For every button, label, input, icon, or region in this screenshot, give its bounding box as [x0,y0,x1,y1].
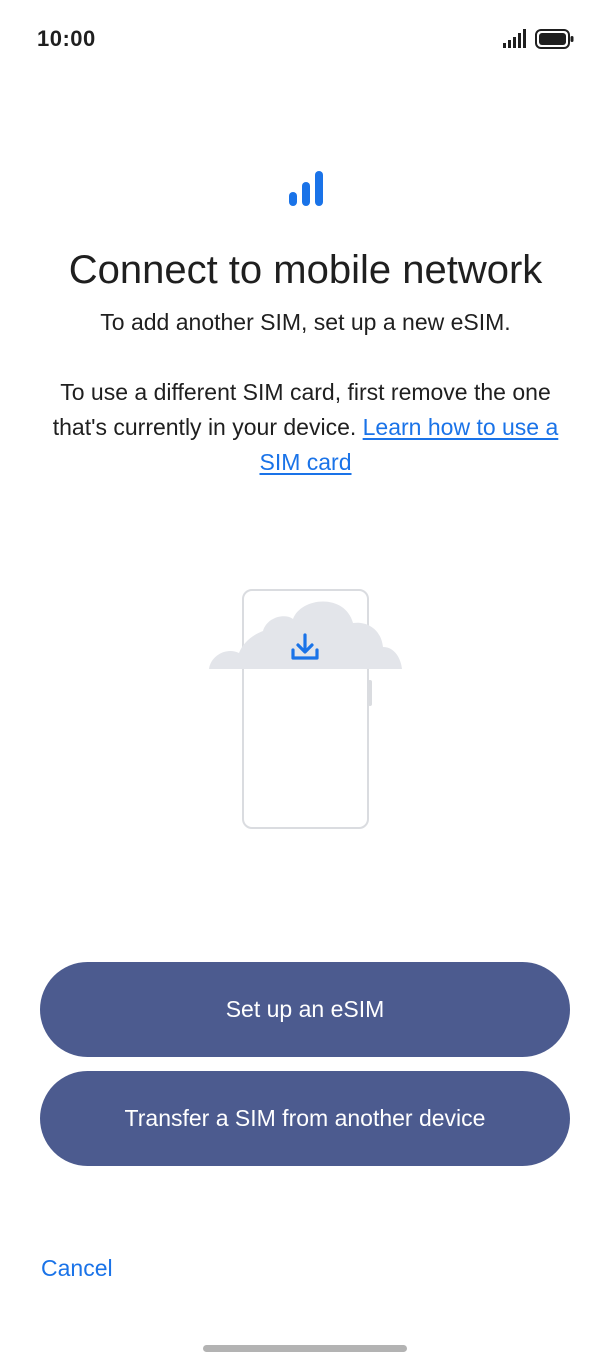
home-indicator[interactable] [203,1345,407,1352]
transfer-sim-button[interactable]: Transfer a SIM from another device [40,1071,570,1166]
status-time: 10:00 [37,26,96,51]
page-subtitle: To add another SIM, set up a new eSIM. [100,309,511,335]
mobile-network-signal-icon [289,170,325,208]
setup-esim-button[interactable]: Set up an eSIM [40,962,570,1057]
cloud-download-phone-icon [205,585,405,835]
cancel-button[interactable]: Cancel [41,1255,113,1282]
signal-bars-icon [503,29,527,49]
sim-instructions: To use a different SIM card, first remov… [40,375,571,480]
status-icons [503,28,575,50]
battery-full-icon [535,29,575,49]
page-title: Connect to mobile network [68,248,543,292]
